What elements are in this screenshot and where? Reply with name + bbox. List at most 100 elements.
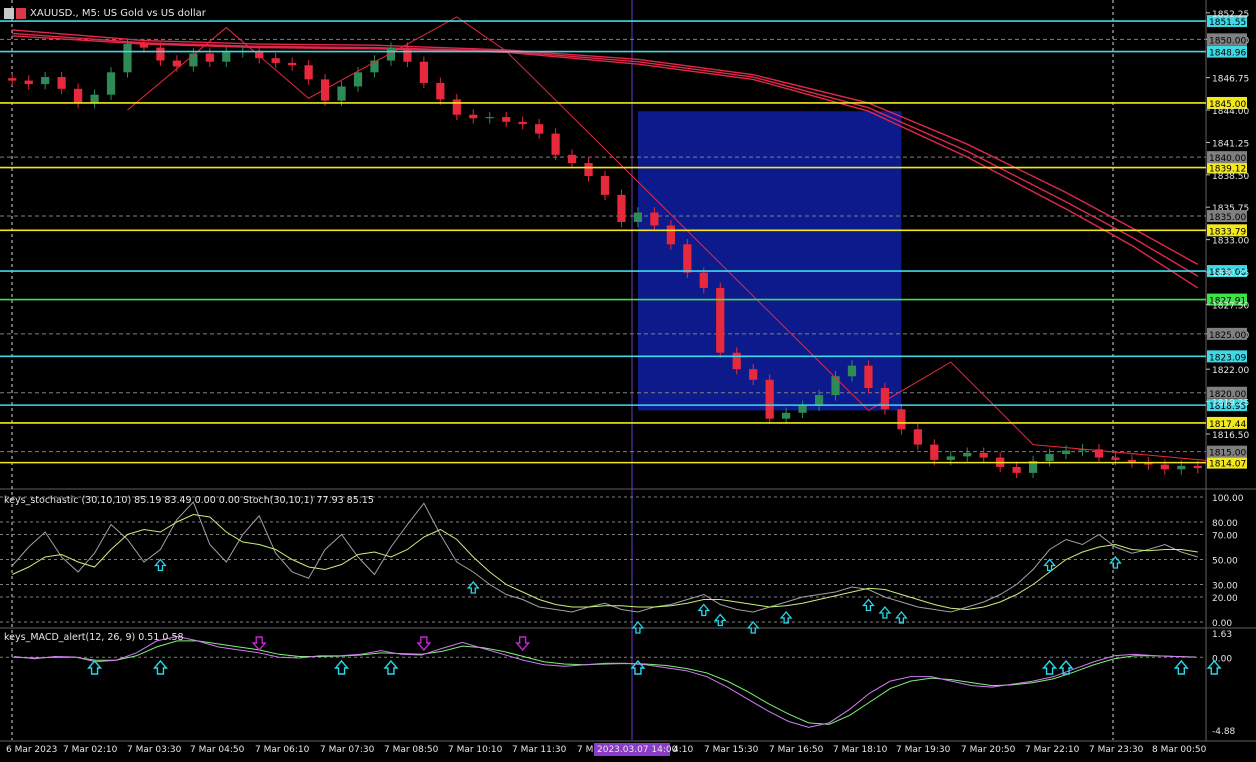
candle-body [1045, 454, 1054, 462]
time-tick-label: 7 Mar 19:30 [896, 745, 951, 755]
candle [271, 52, 280, 69]
arrow-up-icon [894, 610, 908, 624]
candle-body [930, 444, 939, 460]
candle [24, 75, 33, 90]
candle-body [304, 65, 313, 80]
arrow-up-icon [334, 659, 350, 675]
time-tick-label: 7 Mar 15:30 [704, 745, 759, 755]
arrow-up-icon [1173, 659, 1189, 675]
trading-chart[interactable]: 100.00 80.00 70.00 50.00 30.00 20.00 0.00 1.63… [0, 0, 1256, 758]
candle [1144, 456, 1153, 470]
stoch-level-label: 50.00 [1212, 557, 1238, 567]
candle-body [288, 62, 297, 66]
stoch-level-label: 80.00 [1212, 519, 1238, 529]
chart-window-icon [4, 7, 26, 19]
candle-body [699, 272, 708, 288]
macd-main-line [14, 635, 1196, 728]
candle-body [979, 452, 988, 458]
time-axis: 6 Mar 2023 7 Mar 02:10 7 Mar 03:30 7 Mar 04… [6, 743, 1207, 756]
candle-body [535, 124, 544, 134]
candle-body [716, 287, 725, 353]
price-tick-label: 1833.00 [1212, 237, 1249, 247]
crosshair-time-label: 2023.03.07 14:00 [597, 745, 678, 755]
arrow-up-icon [779, 610, 793, 624]
stochastic-panel: 100.00 80.00 70.00 50.00 30.00 20.00 0.00 [0, 494, 1244, 634]
candle [156, 42, 165, 66]
price-tick-label: 1816.50 [1212, 431, 1249, 441]
stoch-signal-line [12, 513, 1198, 611]
macd-level-label: -4.88 [1212, 727, 1236, 737]
candle [485, 111, 494, 124]
candle [1127, 454, 1137, 468]
moving-average-line [12, 35, 1199, 289]
candle [1160, 459, 1169, 475]
candle-body [518, 121, 527, 125]
chart-canvas[interactable]: 100.00 80.00 70.00 50.00 30.00 20.00 0.00 1.63… [0, 0, 1256, 758]
chart-title: XAUUSD., M5: US Gold vs US dollar [30, 7, 206, 19]
candle [716, 282, 725, 359]
stoch-level-label: 100.00 [1212, 494, 1244, 504]
arrow-down-icon [251, 636, 267, 652]
price-tick-label: 1830.25 [1212, 269, 1249, 279]
candle [304, 59, 313, 85]
horizontal-levels[interactable] [0, 20, 1206, 464]
candle-body [633, 212, 643, 222]
level-price-label: 1814.07 [1209, 460, 1246, 470]
candle-body [683, 244, 692, 273]
candle [765, 374, 774, 424]
candle-body [24, 80, 33, 85]
macd-level-label: 1.63 [1212, 630, 1232, 640]
candle-body [584, 163, 593, 176]
candle-body [1160, 464, 1169, 470]
candle-body [551, 133, 560, 155]
time-tick-label: 7 Mar 16:50 [769, 745, 824, 755]
candle [73, 83, 83, 109]
time-tick-label: 7 Mar 08:50 [384, 745, 439, 755]
candle-body [831, 376, 840, 396]
candle-body [222, 52, 231, 62]
rectangle-zone[interactable] [637, 111, 902, 411]
price-tick-label: 1844.00 [1212, 107, 1249, 117]
candle [567, 149, 577, 169]
candle-body [1177, 465, 1186, 470]
candle [1028, 455, 1038, 479]
arrow-up-icon [383, 659, 399, 675]
arrow-up-icon [87, 659, 103, 675]
candle-body [782, 412, 791, 419]
candle [930, 439, 939, 466]
candle-body [814, 395, 824, 406]
candle-body [172, 60, 182, 67]
arrow-down-icon [416, 636, 432, 652]
time-tick-label: 7 Mar 20:50 [961, 745, 1016, 755]
zone-rectangle [637, 111, 902, 411]
candle-body [485, 117, 494, 119]
candle [41, 71, 50, 90]
arrow-up-icon [630, 659, 646, 675]
candle-body [847, 365, 857, 377]
candle [370, 55, 379, 78]
candle [584, 157, 593, 182]
candle-body [436, 82, 445, 100]
candle-body [41, 77, 50, 85]
macd-label: keys_MACD_alert(12, 26, 9) 0.51 0.58 [4, 632, 184, 643]
time-tick-label: 7 Mar 23:30 [1089, 745, 1144, 755]
candle-body [798, 405, 807, 413]
level-price-label: 1823.09 [1209, 353, 1246, 363]
candle-body [617, 194, 626, 222]
arrow-down-icon [515, 636, 531, 652]
grey-price-label: 1825.00 [1209, 331, 1246, 341]
candle-body [1193, 465, 1202, 469]
candle [551, 128, 560, 161]
candle-body [749, 369, 758, 380]
candle [8, 72, 17, 86]
time-tick-label: 7 Mar 07:30 [320, 745, 375, 755]
candle-body [469, 114, 478, 119]
candle-body [73, 88, 83, 103]
candle-body [946, 456, 955, 460]
time-tick-label: 7 Mar 06:10 [255, 745, 310, 755]
candle-body [106, 72, 116, 95]
moving-average-line [12, 32, 1199, 277]
candle [255, 45, 264, 64]
candle-body [897, 409, 906, 430]
candle [1012, 461, 1021, 479]
